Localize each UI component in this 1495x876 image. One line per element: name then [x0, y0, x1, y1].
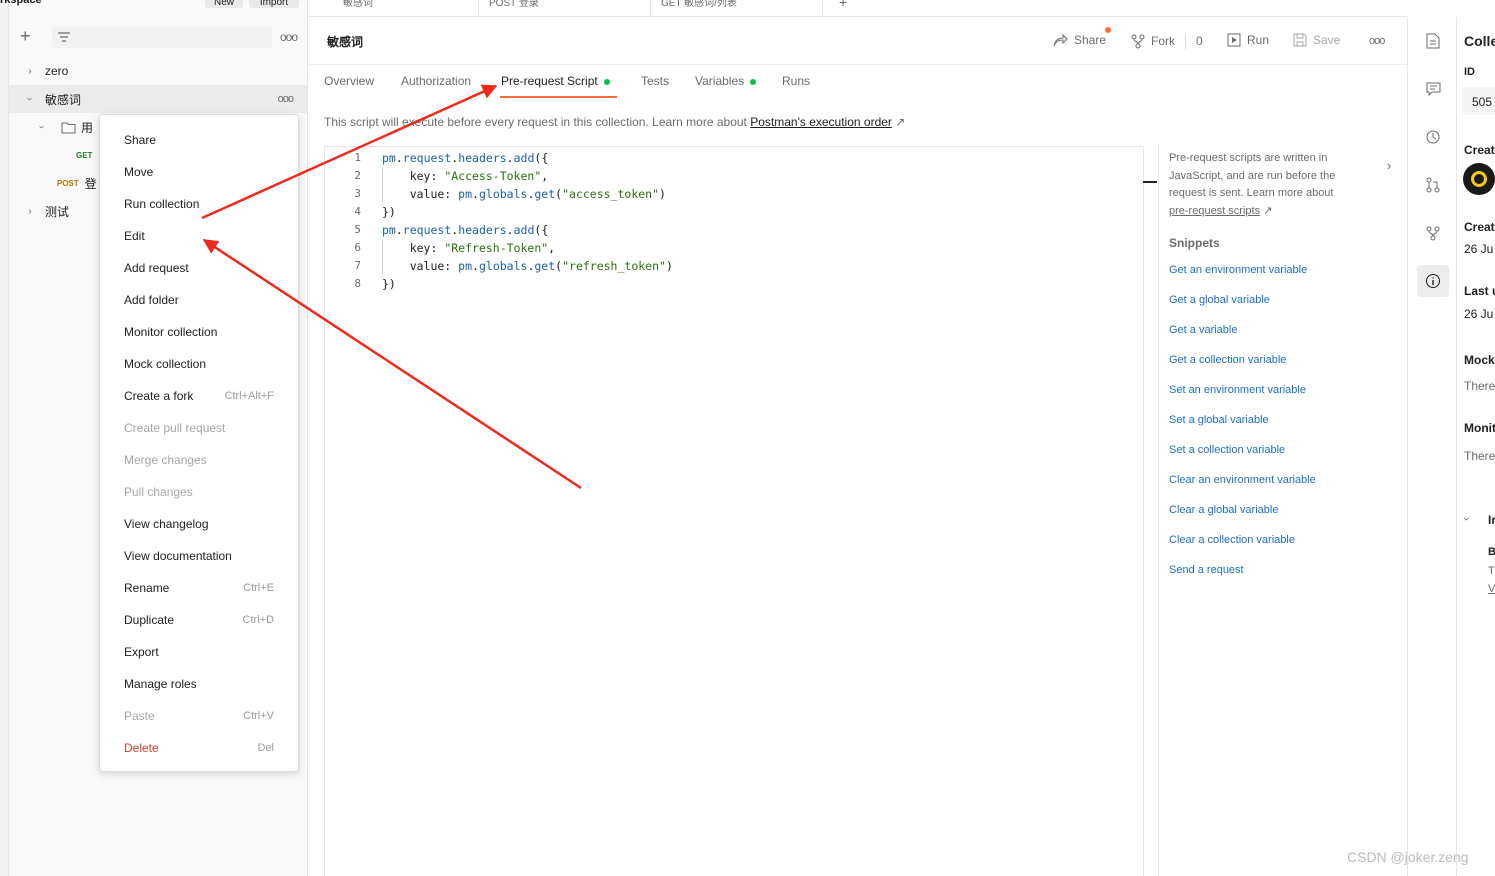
- arrow-to-pre-request-tab: [201, 84, 498, 220]
- watermark: CSDN @joker.zeng: [1347, 849, 1469, 865]
- arrow-to-edit-item: [202, 238, 582, 490]
- annotation-arrows: [201, 84, 582, 490]
